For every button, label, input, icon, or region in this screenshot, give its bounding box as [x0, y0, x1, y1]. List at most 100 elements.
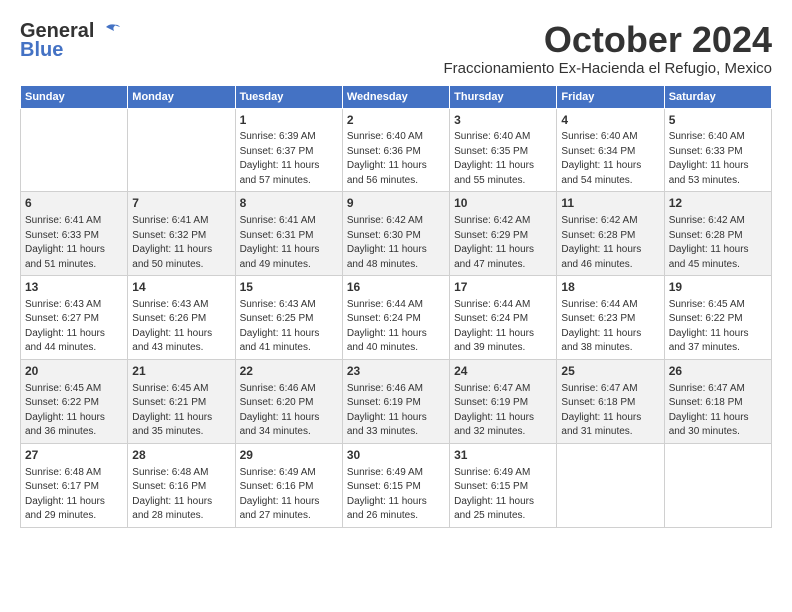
day-number: 13 [25, 279, 123, 296]
day-info: Sunrise: 6:49 AMSunset: 6:16 PMDaylight:… [240, 466, 338, 524]
day-number: 5 [669, 112, 767, 129]
day-number: 29 [240, 447, 338, 464]
day-info: Sunrise: 6:43 AMSunset: 6:27 PMDaylight:… [25, 298, 123, 356]
day-number: 27 [25, 447, 123, 464]
day-info: Sunrise: 6:42 AMSunset: 6:28 PMDaylight:… [561, 214, 659, 272]
week-row-5: 27Sunrise: 6:48 AMSunset: 6:17 PMDayligh… [21, 443, 772, 527]
day-info: Sunrise: 6:49 AMSunset: 6:15 PMDaylight:… [347, 466, 445, 524]
day-cell-4: 4Sunrise: 6:40 AMSunset: 6:34 PMDaylight… [557, 108, 664, 192]
day-number: 15 [240, 279, 338, 296]
day-number: 6 [25, 195, 123, 212]
day-number: 31 [454, 447, 552, 464]
day-cell-13: 13 Sunrise: 6:43 AMSunset: 6:27 PMDayligh… [21, 276, 128, 360]
day-number: 14 [132, 279, 230, 296]
weekday-header-thursday: Thursday [450, 85, 557, 108]
day-info: Sunrise: 6:41 AMSunset: 6:33 PMDaylight:… [25, 214, 123, 272]
day-cell-26: 26 Sunrise: 6:47 AMSunset: 6:18 PMDayligh… [664, 359, 771, 443]
day-cell-16: 16 Sunrise: 6:44 AMSunset: 6:24 PMDayligh… [342, 276, 449, 360]
day-number: 8 [240, 195, 338, 212]
day-cell-18: 18 Sunrise: 6:44 AMSunset: 6:23 PMDayligh… [557, 276, 664, 360]
empty-cell [21, 108, 128, 192]
day-cell-6: 6 Sunrise: 6:41 AMSunset: 6:33 PMDaylight… [21, 192, 128, 276]
logo: General Blue [20, 20, 120, 62]
day-cell-22: 22 Sunrise: 6:46 AMSunset: 6:20 PMDayligh… [235, 359, 342, 443]
empty-cell [128, 108, 235, 192]
day-number: 18 [561, 279, 659, 296]
weekday-header-tuesday: Tuesday [235, 85, 342, 108]
day-number: 23 [347, 363, 445, 380]
day-number: 10 [454, 195, 552, 212]
day-info: Sunrise: 6:44 AMSunset: 6:24 PMDaylight:… [454, 298, 552, 356]
day-number: 19 [669, 279, 767, 296]
week-row-4: 20 Sunrise: 6:45 AMSunset: 6:22 PMDayligh… [21, 359, 772, 443]
day-info: Sunrise: 6:46 AMSunset: 6:19 PMDaylight:… [347, 382, 445, 440]
day-cell-5: 5Sunrise: 6:40 AMSunset: 6:33 PMDaylight… [664, 108, 771, 192]
day-info: Sunrise: 6:48 AMSunset: 6:16 PMDaylight:… [132, 466, 230, 524]
day-cell-7: 7 Sunrise: 6:41 AMSunset: 6:32 PMDaylight… [128, 192, 235, 276]
day-info: Sunrise: 6:40 AMSunset: 6:33 PMDaylight:… [669, 130, 767, 188]
day-info: Sunrise: 6:40 AMSunset: 6:34 PMDaylight:… [561, 130, 659, 188]
day-number: 3 [454, 112, 552, 129]
day-info: Sunrise: 6:47 AMSunset: 6:18 PMDaylight:… [669, 382, 767, 440]
day-number: 17 [454, 279, 552, 296]
day-cell-8: 8 Sunrise: 6:41 AMSunset: 6:31 PMDaylight… [235, 192, 342, 276]
day-number: 25 [561, 363, 659, 380]
empty-cell [557, 443, 664, 527]
day-info: Sunrise: 6:47 AMSunset: 6:19 PMDaylight:… [454, 382, 552, 440]
weekday-header-monday: Monday [128, 85, 235, 108]
day-info: Sunrise: 6:41 AMSunset: 6:32 PMDaylight:… [132, 214, 230, 272]
page-header: General Blue October 2024 Fraccionamient… [20, 20, 772, 77]
day-number: 21 [132, 363, 230, 380]
day-cell-19: 19 Sunrise: 6:45 AMSunset: 6:22 PMDayligh… [664, 276, 771, 360]
day-number: 16 [347, 279, 445, 296]
day-cell-30: 30 Sunrise: 6:49 AMSunset: 6:15 PMDayligh… [342, 443, 449, 527]
title-area: October 2024 Fraccionamiento Ex-Hacienda… [444, 20, 772, 77]
day-info: Sunrise: 6:44 AMSunset: 6:23 PMDaylight:… [561, 298, 659, 356]
day-info: Sunrise: 6:47 AMSunset: 6:18 PMDaylight:… [561, 382, 659, 440]
day-number: 30 [347, 447, 445, 464]
day-info: Sunrise: 6:41 AMSunset: 6:31 PMDaylight:… [240, 214, 338, 272]
week-row-1: 1Sunrise: 6:39 AMSunset: 6:37 PMDaylight… [21, 108, 772, 192]
day-info: Sunrise: 6:42 AMSunset: 6:28 PMDaylight:… [669, 214, 767, 272]
day-number: 28 [132, 447, 230, 464]
day-cell-20: 20 Sunrise: 6:45 AMSunset: 6:22 PMDayligh… [21, 359, 128, 443]
day-number: 7 [132, 195, 230, 212]
day-cell-14: 14 Sunrise: 6:43 AMSunset: 6:26 PMDayligh… [128, 276, 235, 360]
day-info: Sunrise: 6:40 AMSunset: 6:35 PMDaylight:… [454, 130, 552, 188]
day-info: Sunrise: 6:45 AMSunset: 6:21 PMDaylight:… [132, 382, 230, 440]
day-number: 11 [561, 195, 659, 212]
day-info: Sunrise: 6:43 AMSunset: 6:25 PMDaylight:… [240, 298, 338, 356]
day-number: 2 [347, 112, 445, 129]
month-title: October 2024 [444, 20, 772, 60]
day-info: Sunrise: 6:45 AMSunset: 6:22 PMDaylight:… [669, 298, 767, 356]
weekday-header-friday: Friday [557, 85, 664, 108]
weekday-header-wednesday: Wednesday [342, 85, 449, 108]
day-cell-12: 12 Sunrise: 6:42 AMSunset: 6:28 PMDayligh… [664, 192, 771, 276]
day-info: Sunrise: 6:45 AMSunset: 6:22 PMDaylight:… [25, 382, 123, 440]
day-cell-1: 1Sunrise: 6:39 AMSunset: 6:37 PMDaylight… [235, 108, 342, 192]
day-number: 9 [347, 195, 445, 212]
day-number: 26 [669, 363, 767, 380]
day-cell-25: 25 Sunrise: 6:47 AMSunset: 6:18 PMDayligh… [557, 359, 664, 443]
logo-bird-icon [98, 23, 120, 41]
week-row-2: 6 Sunrise: 6:41 AMSunset: 6:33 PMDaylight… [21, 192, 772, 276]
day-info: Sunrise: 6:44 AMSunset: 6:24 PMDaylight:… [347, 298, 445, 356]
day-number: 12 [669, 195, 767, 212]
day-cell-29: 29 Sunrise: 6:49 AMSunset: 6:16 PMDayligh… [235, 443, 342, 527]
day-info: Sunrise: 6:43 AMSunset: 6:26 PMDaylight:… [132, 298, 230, 356]
day-info: Sunrise: 6:39 AMSunset: 6:37 PMDaylight:… [240, 130, 338, 188]
day-number: 24 [454, 363, 552, 380]
day-number: 20 [25, 363, 123, 380]
day-info: Sunrise: 6:40 AMSunset: 6:36 PMDaylight:… [347, 130, 445, 188]
day-info: Sunrise: 6:46 AMSunset: 6:20 PMDaylight:… [240, 382, 338, 440]
logo-blue: Blue [20, 39, 63, 62]
day-cell-3: 3Sunrise: 6:40 AMSunset: 6:35 PMDaylight… [450, 108, 557, 192]
calendar-table: SundayMondayTuesdayWednesdayThursdayFrid… [20, 85, 772, 528]
day-cell-28: 28 Sunrise: 6:48 AMSunset: 6:16 PMDayligh… [128, 443, 235, 527]
weekday-header-row: SundayMondayTuesdayWednesdayThursdayFrid… [21, 85, 772, 108]
day-number: 1 [240, 112, 338, 129]
day-number: 22 [240, 363, 338, 380]
day-info: Sunrise: 6:42 AMSunset: 6:29 PMDaylight:… [454, 214, 552, 272]
weekday-header-sunday: Sunday [21, 85, 128, 108]
day-cell-31: 31Sunrise: 6:49 AMSunset: 6:15 PMDayligh… [450, 443, 557, 527]
